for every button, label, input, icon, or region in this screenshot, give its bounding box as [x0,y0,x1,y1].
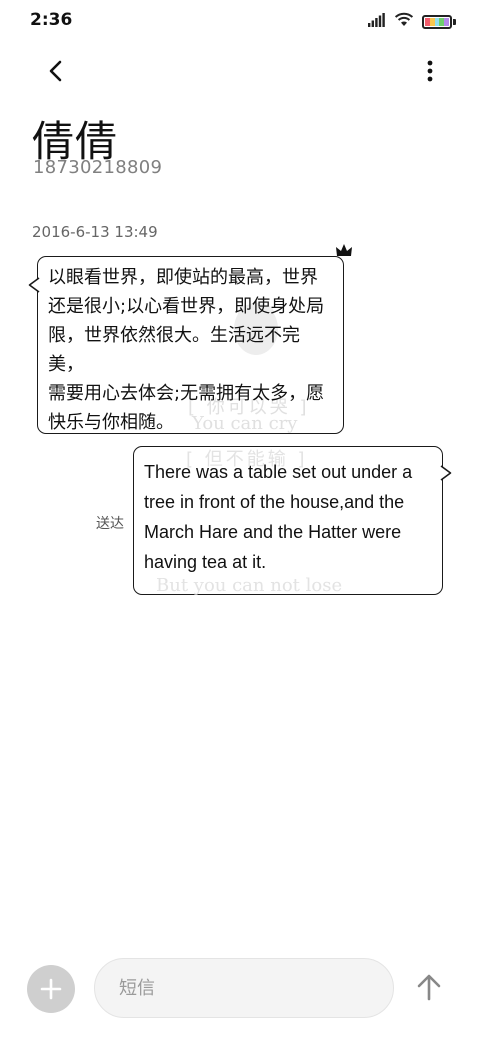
plus-icon [40,978,62,1000]
battery-icon [422,14,456,29]
status-icons [368,12,456,31]
more-vert-icon [427,60,433,82]
more-options-button[interactable] [418,54,442,88]
add-attachment-button[interactable] [27,965,75,1013]
bubble-tail-left [28,277,40,293]
status-bar: 2:36 [0,0,480,40]
crown-icon [336,244,352,256]
outgoing-message-text: There was a table set out under a tree i… [144,462,413,572]
bubble-tail-right [440,465,452,481]
contact-number[interactable]: 18730218809 [33,157,162,178]
incoming-message-text: 以眼看世界，即使站的最高，世界 还是很小;以心看世界，即使身处局 限，世界依然很… [48,267,325,433]
wifi-icon [394,12,414,31]
delivery-status: 送达 [96,516,124,532]
signal-icon [368,12,386,31]
watermark-en: But you can not lose [156,575,343,596]
send-button[interactable] [412,970,446,1004]
back-button[interactable] [38,54,72,88]
message-timestamp: 2016-6-13 13:49 [32,223,158,241]
message-input[interactable] [119,977,369,999]
status-time: 2:36 [30,10,73,30]
outgoing-message-bubble[interactable]: [ 但不能输 ] But you can not lose There was … [133,446,452,596]
message-input-container[interactable] [94,958,394,1018]
messaging-screen: 2:36 倩倩 18730218809 2016-6-13 13:49 [你可… [0,0,480,1040]
chevron-left-icon [49,60,62,82]
incoming-message-bubble[interactable]: [ 你可以哭 ] You can cry 以眼看世界，即使站的最高，世界 还是很… [28,244,352,434]
arrow-up-icon [417,974,441,1001]
